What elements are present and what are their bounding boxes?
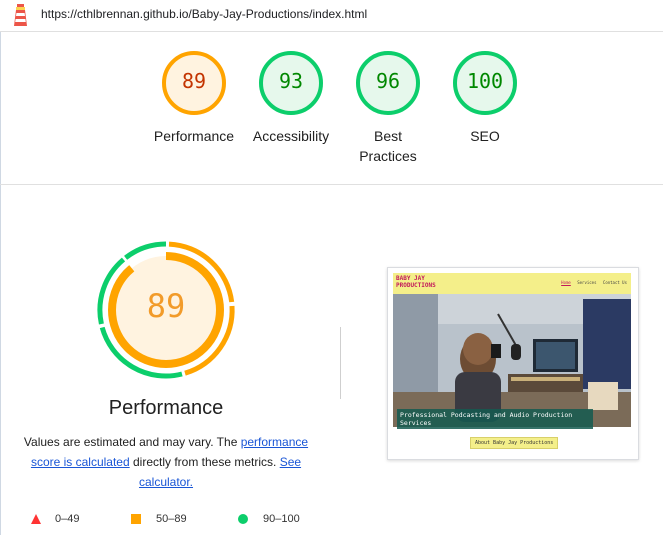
gauge-label: SEO bbox=[470, 128, 500, 144]
triangle-icon bbox=[31, 514, 41, 524]
square-icon bbox=[131, 514, 141, 524]
studio-photo bbox=[393, 294, 631, 427]
metric-arc-1 bbox=[124, 241, 167, 260]
gauge-accessibility[interactable]: 93 Accessibility bbox=[241, 50, 341, 146]
nav-item: Home bbox=[561, 280, 571, 285]
performance-title: Performance bbox=[108, 397, 224, 419]
final-screenshot[interactable]: BABY JAY PRODUCTIONS Home Services Conta… bbox=[387, 267, 639, 460]
performance-description: Values are estimated and may vary. The p… bbox=[18, 432, 314, 492]
nav-item: Contact Us bbox=[602, 280, 627, 285]
gauge-performance[interactable]: 89 Performance bbox=[144, 50, 244, 146]
url-bar: https://cthlbrennan.github.io/Baby-Jay-P… bbox=[0, 0, 663, 32]
gauge-label: Best Practices bbox=[359, 128, 417, 164]
score-legend: 0–49 50–89 90–100 bbox=[0, 509, 340, 529]
screenshot-brand: BABY JAY PRODUCTIONS bbox=[396, 275, 436, 289]
screenshot-about-button: About Baby Jay Productions bbox=[470, 437, 559, 449]
screenshot-nav: Home Services Contact Us bbox=[557, 280, 627, 285]
desc-text: Values are estimated and may vary. The bbox=[23, 435, 241, 449]
lighthouse-logo-icon bbox=[14, 4, 27, 26]
gauge-score: 93 bbox=[278, 69, 304, 93]
score-gauges: 89 Performance 93 Accessibility 96 Best … bbox=[0, 32, 663, 184]
legend-range: 50–89 bbox=[156, 513, 187, 525]
gauge-seo[interactable]: 100 SEO bbox=[435, 50, 535, 146]
gauge-label: Accessibility bbox=[252, 128, 330, 144]
screenshot-caption: Professional Podcasting and Audio Produc… bbox=[397, 409, 593, 429]
desc-text: directly from these metrics. bbox=[129, 455, 280, 469]
section-divider bbox=[0, 184, 663, 185]
screenshot-header: BABY JAY PRODUCTIONS Home Services Conta… bbox=[393, 273, 631, 294]
nav-item: Services bbox=[577, 280, 597, 285]
legend-range: 0–49 bbox=[55, 513, 80, 525]
gauge-best-practices[interactable]: 96 Best Practices bbox=[338, 50, 438, 166]
screenshot-page: BABY JAY PRODUCTIONS Home Services Conta… bbox=[393, 273, 631, 453]
circle-icon bbox=[238, 514, 248, 524]
gauge-score: 100 bbox=[466, 69, 504, 93]
page-url[interactable]: https://cthlbrennan.github.io/Baby-Jay-P… bbox=[41, 7, 367, 21]
vertical-separator bbox=[340, 327, 341, 399]
gauge-label: Performance bbox=[153, 128, 235, 144]
gauge-score: 89 bbox=[181, 69, 207, 93]
brand-line: PRODUCTIONS bbox=[396, 282, 436, 289]
brand-line: BABY JAY bbox=[396, 275, 425, 282]
legend-range: 90–100 bbox=[263, 513, 300, 525]
gauge-score: 96 bbox=[375, 69, 401, 93]
performance-score: 89 bbox=[146, 287, 186, 325]
